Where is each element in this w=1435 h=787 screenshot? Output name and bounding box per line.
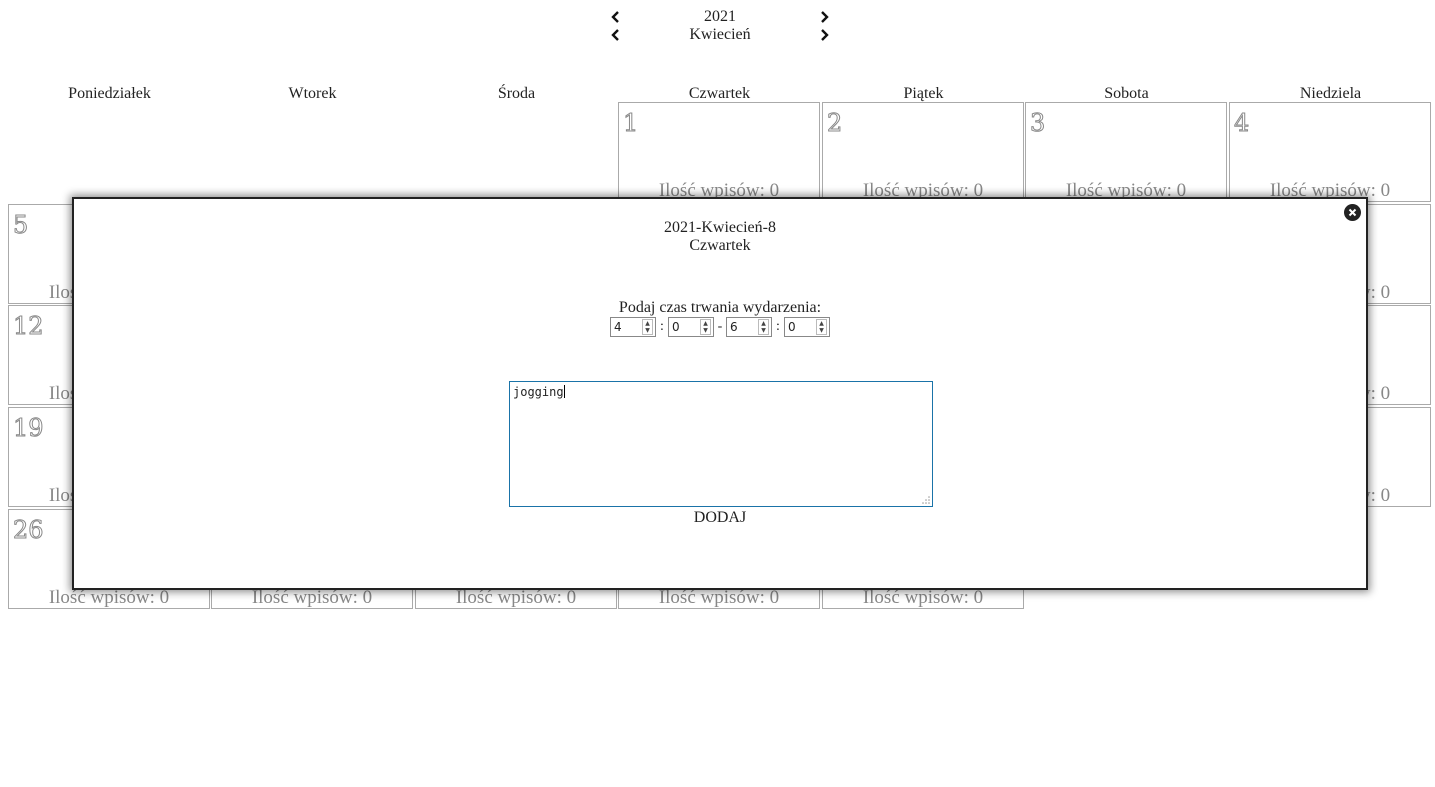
spin-down-icon[interactable]: ▼ [643, 327, 652, 334]
spin-up-icon[interactable]: ▲ [643, 320, 652, 327]
spinner-arrows[interactable]: ▲ ▼ [642, 319, 653, 335]
spinner-arrows[interactable]: ▲ ▼ [758, 319, 769, 335]
entry-count: Ilość wpisów: 0 [658, 587, 780, 608]
next-month-button[interactable] [816, 27, 832, 43]
day-cell[interactable]: 4 Ilość wpisów: 0 [1229, 102, 1431, 202]
text-caret [563, 385, 565, 398]
add-event-area: DODAJ [74, 509, 1366, 527]
day-cell[interactable]: 2 Ilość wpisów: 0 [822, 102, 1024, 202]
spinner-arrows[interactable]: ▲ ▼ [700, 319, 711, 335]
start-minute-value: 0 [672, 320, 680, 334]
time-colon: : [776, 319, 780, 334]
add-button[interactable]: DODAJ [694, 509, 746, 526]
chevron-left-icon [611, 11, 619, 23]
day-number: 12 [13, 312, 45, 341]
day-cell[interactable]: 1 Ilość wpisów: 0 [618, 102, 820, 202]
weekday-thursday: Czwartek [688, 85, 751, 102]
day-number: 2 [826, 109, 843, 138]
entry-count: Ilość wpisów: 0 [48, 587, 170, 608]
month-navigation: Kwiecień [608, 26, 832, 44]
month-label: Kwiecień [689, 26, 751, 43]
end-minute-value: 0 [788, 320, 796, 334]
day-number: 26 [13, 516, 45, 545]
chevron-right-icon [821, 29, 829, 41]
spin-up-icon[interactable]: ▲ [701, 320, 710, 327]
day-number: 5 [12, 211, 29, 240]
spin-up-icon[interactable]: ▲ [817, 320, 826, 327]
dialog-date: 2021-Kwiecień-8 [664, 219, 776, 236]
event-description-textarea[interactable]: jogging [509, 381, 933, 507]
spin-down-icon[interactable]: ▼ [759, 327, 768, 334]
day-number: 19 [13, 414, 45, 443]
day-number: 4 [1233, 109, 1250, 138]
spin-up-icon[interactable]: ▲ [759, 320, 768, 327]
duration-prompt: Podaj czas trwania wydarzenia: [618, 299, 822, 316]
year-label: 2021 [704, 8, 736, 25]
weekday-friday: Piątek [903, 85, 944, 102]
entry-count: Ilość wpisów: 0 [251, 587, 373, 608]
weekday-wednesday: Środa [497, 85, 536, 102]
time-range-dash: - [717, 319, 723, 334]
end-hour-input[interactable]: 6 ▲ ▼ [726, 317, 772, 337]
textarea-value: jogging [513, 385, 564, 399]
add-event-dialog: 2021-Kwiecień-8 Czwartek Podaj czas trwa… [72, 197, 1368, 590]
spin-down-icon[interactable]: ▼ [817, 327, 826, 334]
prev-month-button[interactable] [608, 27, 624, 43]
entry-count: Ilość wpisów: 0 [862, 587, 984, 608]
entry-count: Ilość wpisów: 0 [455, 587, 577, 608]
duration-inputs: 4 ▲ ▼ : 0 ▲ ▼ - 6 ▲ ▼ : 0 ▲ ▼ [610, 317, 830, 337]
resize-grip-icon[interactable] [922, 496, 930, 504]
day-number: 3 [1029, 109, 1046, 138]
start-hour-value: 4 [614, 320, 622, 334]
weekday-saturday: Sobota [1104, 85, 1149, 102]
day-number: 1 [622, 109, 639, 138]
end-hour-value: 6 [730, 320, 738, 334]
spin-down-icon[interactable]: ▼ [701, 327, 710, 334]
weekday-monday: Poniedziałek [68, 85, 151, 102]
end-minute-input[interactable]: 0 ▲ ▼ [784, 317, 830, 337]
dialog-weekday: Czwartek [689, 237, 751, 254]
day-cell[interactable]: 3 Ilość wpisów: 0 [1025, 102, 1227, 202]
spinner-arrows[interactable]: ▲ ▼ [816, 319, 827, 335]
start-minute-input[interactable]: 0 ▲ ▼ [668, 317, 714, 337]
chevron-left-icon [611, 29, 619, 41]
weekday-tuesday: Wtorek [288, 85, 337, 102]
prev-year-button[interactable] [608, 9, 624, 25]
start-hour-input[interactable]: 4 ▲ ▼ [610, 317, 656, 337]
chevron-right-icon [821, 11, 829, 23]
close-icon [1348, 208, 1357, 217]
year-navigation: 2021 [608, 8, 832, 26]
time-colon: : [660, 319, 664, 334]
next-year-button[interactable] [816, 9, 832, 25]
weekday-sunday: Niedziela [1299, 85, 1362, 102]
